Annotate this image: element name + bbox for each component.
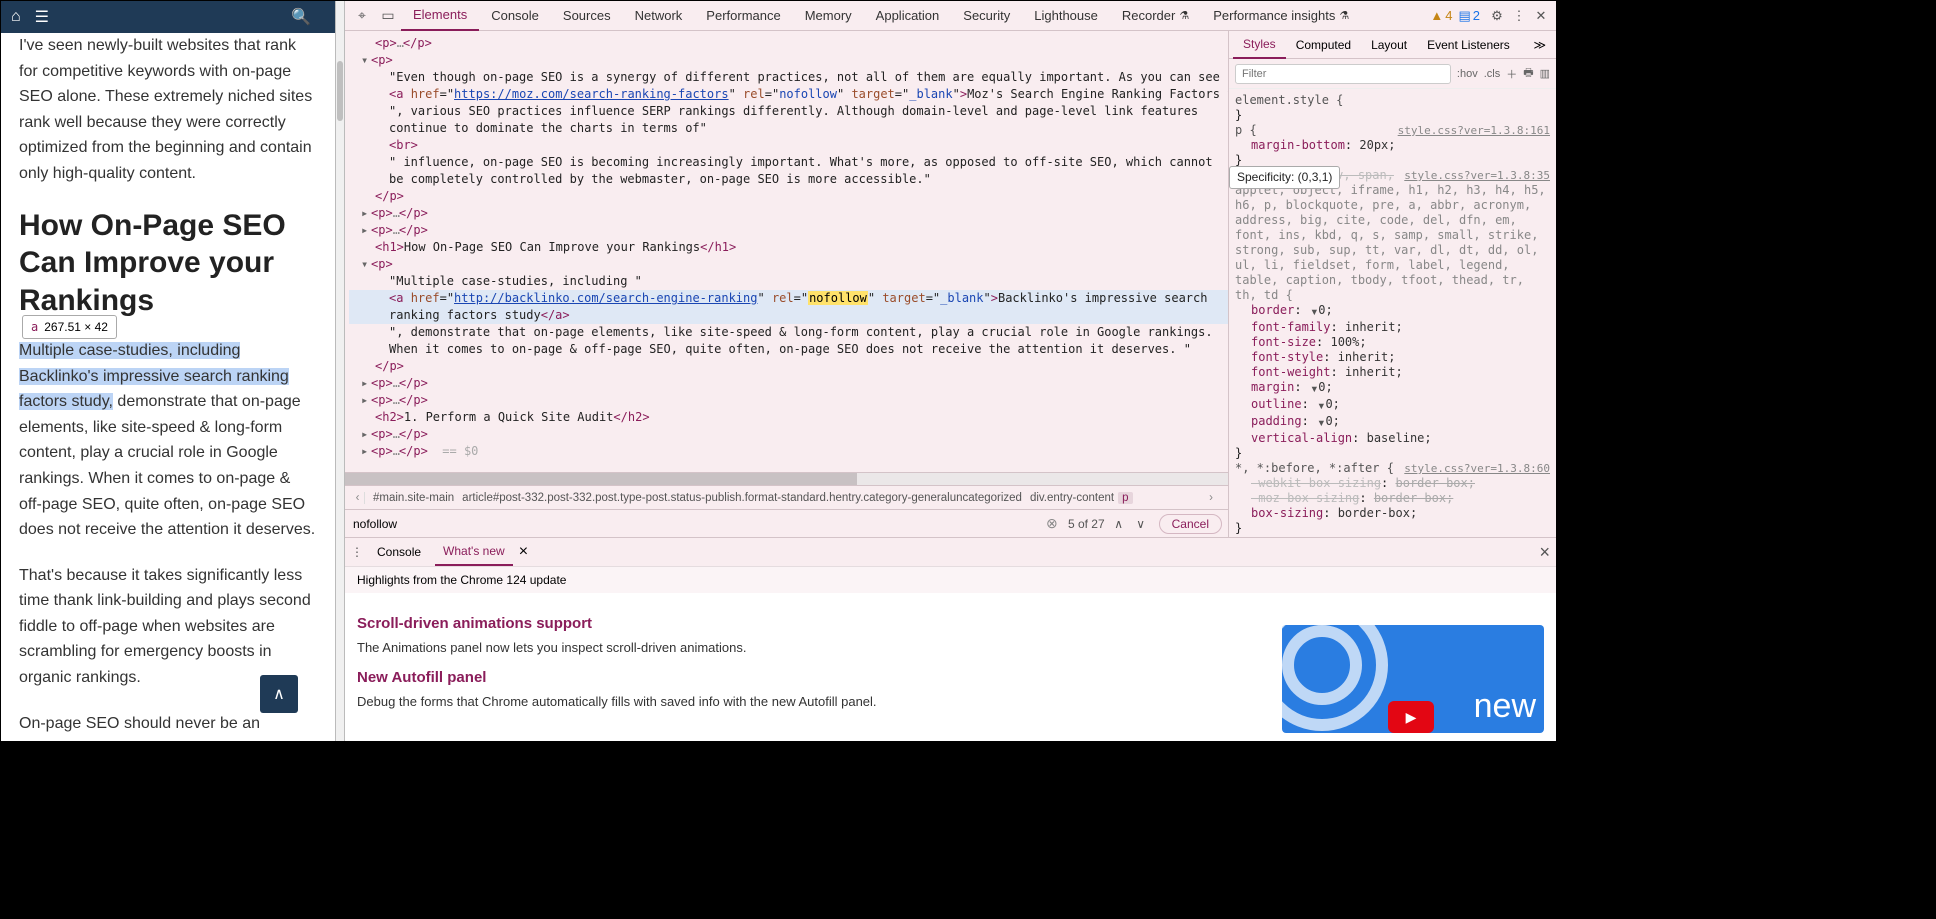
site-header: ⌂ ☰ 🔍: [1, 1, 335, 33]
play-icon: ▶: [1388, 701, 1434, 733]
styles-toolbar: :hov .cls ＋ 🖶 ▥: [1229, 59, 1556, 89]
devtools-tabbar: ⌖ ▭ Elements Console Sources Network Per…: [345, 1, 1556, 31]
drawer-tab-whatsnew[interactable]: What's new: [435, 538, 513, 566]
article-body: I've seen newly-built websites that rank…: [1, 33, 335, 741]
drawer-body: Scroll-driven animations support The Ani…: [345, 593, 1556, 741]
new-rule-icon[interactable]: ＋: [1506, 66, 1517, 82]
whatsnew-text: The Animations panel now lets you inspec…: [357, 640, 1262, 655]
tab-event-listeners[interactable]: Event Listeners: [1417, 31, 1520, 59]
more-tabs-icon[interactable]: ≫: [1527, 38, 1552, 52]
breadcrumb-next-icon[interactable]: ›: [1204, 492, 1218, 504]
whatsnew-heading: New Autofill panel: [357, 669, 1262, 686]
search-input[interactable]: [351, 515, 1040, 533]
scroll-to-top-button[interactable]: ∧: [260, 675, 298, 713]
search-cancel-button[interactable]: Cancel: [1159, 514, 1222, 534]
drawer-menu-icon[interactable]: ⋮: [351, 545, 363, 559]
highlighted-text: Multiple case-studies, including: [19, 342, 240, 359]
breadcrumb-item[interactable]: div.entry-content: [1026, 492, 1118, 504]
close-drawer-icon[interactable]: ×: [1539, 542, 1550, 563]
paragraph: Multiple case-studies, including Backlin…: [19, 338, 317, 543]
tab-network[interactable]: Network: [623, 1, 695, 31]
beaker-icon: ⚗: [1339, 9, 1349, 22]
tab-console[interactable]: Console: [479, 1, 551, 31]
tab-performance[interactable]: Performance: [694, 1, 792, 31]
tab-performance-insights[interactable]: Performance insights⚗: [1201, 1, 1361, 31]
cls-toggle[interactable]: .cls: [1484, 68, 1501, 80]
warnings-badge[interactable]: ▲4: [1430, 8, 1452, 23]
tab-recorder[interactable]: Recorder⚗: [1110, 1, 1201, 31]
settings-icon[interactable]: ⚙: [1486, 8, 1508, 24]
search-next-icon[interactable]: ∨: [1133, 517, 1149, 531]
video-thumbnail[interactable]: ▶ new: [1282, 625, 1544, 733]
tab-lighthouse[interactable]: Lighthouse: [1022, 1, 1110, 31]
styles-pane[interactable]: Specificity: (0,3,1) element.style { } p…: [1229, 89, 1556, 537]
panel-splitter[interactable]: [335, 1, 345, 741]
messages-badge[interactable]: ▤2: [1458, 8, 1480, 24]
whatsnew-heading: Scroll-driven animations support: [357, 615, 1262, 632]
drawer-tabbar: ⋮ Console What's new × ×: [345, 538, 1556, 566]
breadcrumb-item[interactable]: #main.site-main: [369, 492, 458, 504]
article-heading: How On-Page SEO Can Improve your Ranking…: [19, 207, 317, 320]
search-icon[interactable]: 🔍: [291, 7, 311, 27]
tab-sources[interactable]: Sources: [551, 1, 623, 31]
whatsnew-text: Debug the forms that Chrome automaticall…: [357, 694, 1262, 709]
tab-layout[interactable]: Layout: [1361, 31, 1417, 59]
video-label: new: [1474, 687, 1536, 726]
breadcrumb: ‹ #main.site-main article#post-332.post-…: [345, 485, 1228, 509]
tab-elements[interactable]: Elements: [401, 1, 479, 31]
breadcrumb-item[interactable]: article#post-332.post-332.post.type-post…: [458, 492, 1026, 504]
paragraph: That's because it takes significantly le…: [19, 563, 317, 691]
close-tab-icon[interactable]: ×: [519, 543, 528, 561]
selected-dom-node[interactable]: <a href="http://backlinko.com/search-eng…: [349, 290, 1228, 324]
clear-search-icon[interactable]: ⊗: [1046, 515, 1062, 532]
drawer-tab-console[interactable]: Console: [369, 538, 429, 566]
styles-tabbar: Styles Computed Layout Event Listeners ≫: [1229, 31, 1556, 59]
beaker-icon: ⚗: [1179, 9, 1189, 22]
home-icon[interactable]: ⌂: [11, 8, 21, 26]
paragraph: I've seen newly-built websites that rank…: [19, 33, 317, 187]
search-count: 5 of 27: [1068, 517, 1105, 531]
device-toolbar-icon[interactable]: ▭: [375, 7, 401, 24]
menu-icon[interactable]: ☰: [35, 7, 49, 27]
tab-application[interactable]: Application: [864, 1, 952, 31]
breadcrumb-item[interactable]: p: [1118, 492, 1132, 504]
tab-security[interactable]: Security: [951, 1, 1022, 31]
more-icon[interactable]: ⋮: [1508, 8, 1530, 24]
element-dimensions-tooltip: a 267.51 × 42: [22, 315, 117, 339]
tab-styles[interactable]: Styles: [1233, 31, 1286, 59]
specificity-tooltip: Specificity: (0,3,1): [1229, 166, 1340, 189]
layout-icon[interactable]: ▥: [1540, 67, 1550, 80]
search-prev-icon[interactable]: ∧: [1111, 517, 1127, 531]
horizontal-scrollbar[interactable]: [345, 472, 1228, 485]
tab-memory[interactable]: Memory: [793, 1, 864, 31]
hov-toggle[interactable]: :hov: [1457, 68, 1478, 80]
inspect-icon[interactable]: ⌖: [349, 7, 375, 24]
elements-search-bar: ⊗ 5 of 27 ∧ ∨ Cancel: [345, 509, 1228, 537]
tab-computed[interactable]: Computed: [1286, 31, 1361, 59]
styles-filter-input[interactable]: [1235, 64, 1451, 84]
breadcrumb-prev-icon[interactable]: ‹: [351, 492, 365, 504]
paragraph: On-page SEO should never be an afterthou…: [19, 711, 317, 741]
drawer-highlights: Highlights from the Chrome 124 update: [345, 566, 1556, 593]
close-icon[interactable]: ✕: [1530, 8, 1552, 24]
dom-tree[interactable]: <p>…</p> ▾<p> "Even though on-page SEO i…: [345, 31, 1228, 472]
print-icon[interactable]: 🖶: [1523, 64, 1533, 83]
